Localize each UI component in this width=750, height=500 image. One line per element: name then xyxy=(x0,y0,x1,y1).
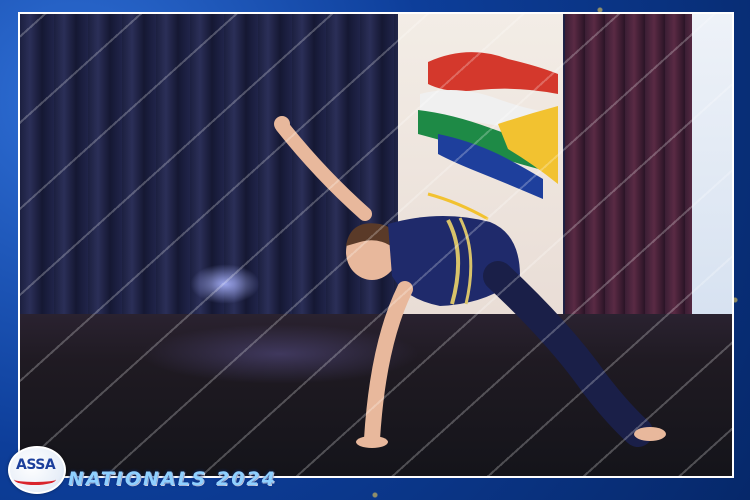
assa-logo: ASSA xyxy=(4,446,66,494)
logo-swoosh xyxy=(14,474,56,485)
performance-photo xyxy=(18,12,734,478)
photo-frame: ASSA NATIONALS 2024 xyxy=(0,0,750,500)
event-title: NATIONALS 2024 xyxy=(68,468,277,490)
logo-text: ASSA xyxy=(16,457,56,473)
dancer-figure xyxy=(274,116,666,448)
